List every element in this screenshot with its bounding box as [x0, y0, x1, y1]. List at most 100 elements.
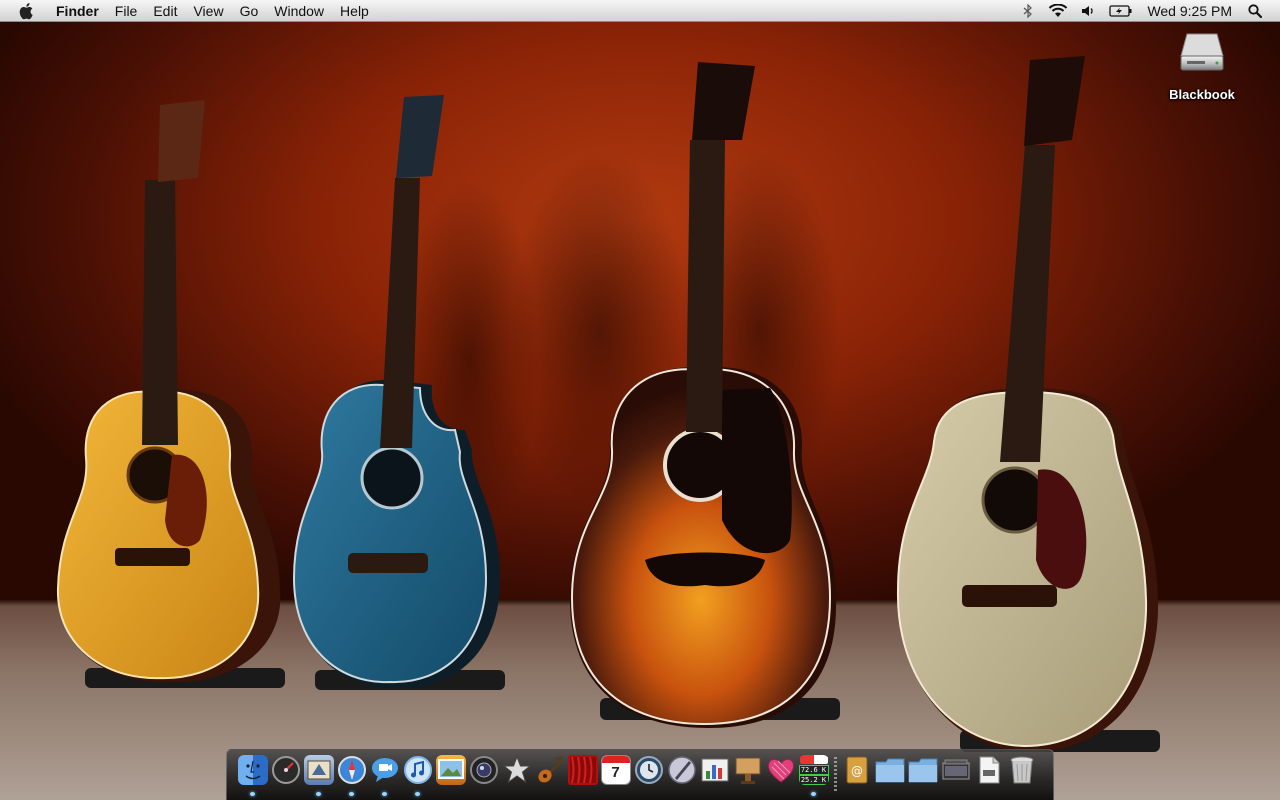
dock-item-dashboard[interactable]: [269, 755, 302, 797]
dock-item-mail[interactable]: [302, 755, 335, 797]
script-editor-quill: [667, 756, 696, 784]
dock: 7 72.6 K 25.2 K @: [236, 755, 1038, 797]
network-monitor-icon: 72.6 K 25.2 K: [798, 755, 829, 785]
battery-icon: [1109, 4, 1132, 17]
network-upload-rate: 72.6 K: [798, 765, 829, 775]
wifi-icon: [1049, 3, 1068, 17]
dock-item-iphoto[interactable]: [434, 755, 467, 797]
running-indicator: [415, 792, 420, 796]
dock-item-itunes[interactable]: [401, 755, 434, 797]
dock-item-time-machine[interactable]: [632, 755, 665, 797]
menu-go[interactable]: Go: [232, 0, 267, 22]
dock-item-document[interactable]: [972, 755, 1005, 797]
garageband-guitar: [537, 756, 563, 783]
finder-icon: [237, 755, 268, 785]
menu-file[interactable]: File: [107, 0, 146, 22]
itunes-disc: [403, 756, 432, 784]
dock-separator[interactable]: [830, 755, 840, 797]
network-monitor-flag: [799, 755, 828, 764]
address-book-cover: @: [846, 756, 867, 784]
dock-item-ical[interactable]: 7: [599, 755, 632, 797]
desktop-icon-label: Blackbook: [1169, 87, 1235, 102]
keynote-podium: [735, 757, 760, 784]
iphoto-picture: [437, 759, 464, 779]
dock-item-aperture[interactable]: [467, 755, 500, 797]
wifi-status[interactable]: [1047, 0, 1069, 22]
menu-bar: Finder File Edit View Go Window Help Wed…: [0, 0, 1280, 22]
desktop-icon-blackbook[interactable]: Blackbook: [1160, 30, 1244, 102]
dashboard-gauge: [271, 756, 300, 784]
aperture-icon: [469, 755, 499, 785]
menu-bar-clock[interactable]: Wed 9:25 PM: [1139, 0, 1240, 22]
ical-date: 7: [611, 764, 620, 781]
script-editor-icon: [667, 755, 697, 785]
dock-item-ichat[interactable]: [368, 755, 401, 797]
photo-booth-icon: [567, 755, 598, 785]
keynote-icon: [733, 755, 763, 785]
dock-item-documents-folder[interactable]: [906, 755, 939, 797]
trash-icon: [1007, 755, 1037, 785]
safari-icon: [337, 755, 367, 785]
time-machine-clock: [634, 756, 663, 784]
bluetooth-status[interactable]: [1017, 0, 1039, 22]
menu-app-finder[interactable]: Finder: [50, 0, 107, 22]
applications-folder-shape: [875, 758, 904, 783]
menu-view[interactable]: View: [185, 0, 231, 22]
dock-item-imovie[interactable]: [500, 755, 533, 797]
dock-item-activity-monitor[interactable]: [698, 755, 731, 797]
heart-shape: [767, 758, 794, 783]
downloads-stack-shape: [942, 759, 969, 780]
ichat-bubble: [371, 758, 398, 782]
heart-icon: [766, 755, 796, 785]
iphoto-icon: [435, 755, 466, 785]
mail-icon: [303, 755, 334, 785]
ical-icon: 7: [600, 755, 631, 785]
menu-window[interactable]: Window: [266, 0, 332, 22]
guitars-illustration: [56, 56, 1160, 752]
guitar-yellow: [56, 100, 285, 688]
volume-icon: [1082, 5, 1094, 16]
running-indicator: [316, 792, 321, 796]
apple-menu[interactable]: [16, 0, 38, 22]
desktop-wallpaper: [0, 0, 1280, 800]
ical-header: [601, 756, 630, 763]
bluetooth-icon: [1024, 3, 1033, 18]
downloads-stack-icon: [941, 755, 971, 785]
dock-separator-line: [833, 757, 837, 791]
documents-folder-icon: [908, 755, 938, 785]
document-page: [979, 756, 999, 784]
dock-item-safari[interactable]: [335, 755, 368, 797]
documents-folder-shape: [908, 758, 937, 783]
garageband-icon: [535, 755, 565, 785]
dock-item-photo-booth[interactable]: [566, 755, 599, 797]
applications-folder-icon: [875, 755, 905, 785]
ichat-icon: [370, 755, 400, 785]
battery-status[interactable]: [1107, 0, 1135, 22]
svg-text:@: @: [851, 764, 863, 778]
dock-item-finder[interactable]: [236, 755, 269, 797]
running-indicator: [382, 792, 387, 796]
dock-item-applications-folder[interactable]: [873, 755, 906, 797]
dock-item-script-editor[interactable]: [665, 755, 698, 797]
dock-item-network-monitor[interactable]: 72.6 K 25.2 K: [797, 755, 830, 797]
trash-can: [1010, 756, 1033, 784]
dock-item-heart[interactable]: [764, 755, 797, 797]
menu-help[interactable]: Help: [332, 0, 377, 22]
spotlight-search-icon: [1248, 3, 1262, 18]
dock-item-keynote[interactable]: [731, 755, 764, 797]
running-indicator: [250, 792, 255, 796]
activity-monitor-chart: [701, 758, 728, 782]
address-book-icon: @: [842, 755, 872, 785]
dock-item-address-book[interactable]: @: [840, 755, 873, 797]
document-icon: [974, 755, 1004, 785]
safari-compass: [337, 756, 366, 784]
volume-status[interactable]: [1077, 0, 1099, 22]
menu-edit[interactable]: Edit: [145, 0, 185, 22]
dock-item-trash[interactable]: [1005, 755, 1038, 797]
dock-item-garageband[interactable]: [533, 755, 566, 797]
spotlight-button[interactable]: [1244, 0, 1266, 22]
apple-icon: [19, 2, 33, 19]
network-download-rate: 25.2 K: [798, 775, 829, 785]
dock-item-downloads[interactable]: [939, 755, 972, 797]
imovie-star: [502, 755, 531, 784]
